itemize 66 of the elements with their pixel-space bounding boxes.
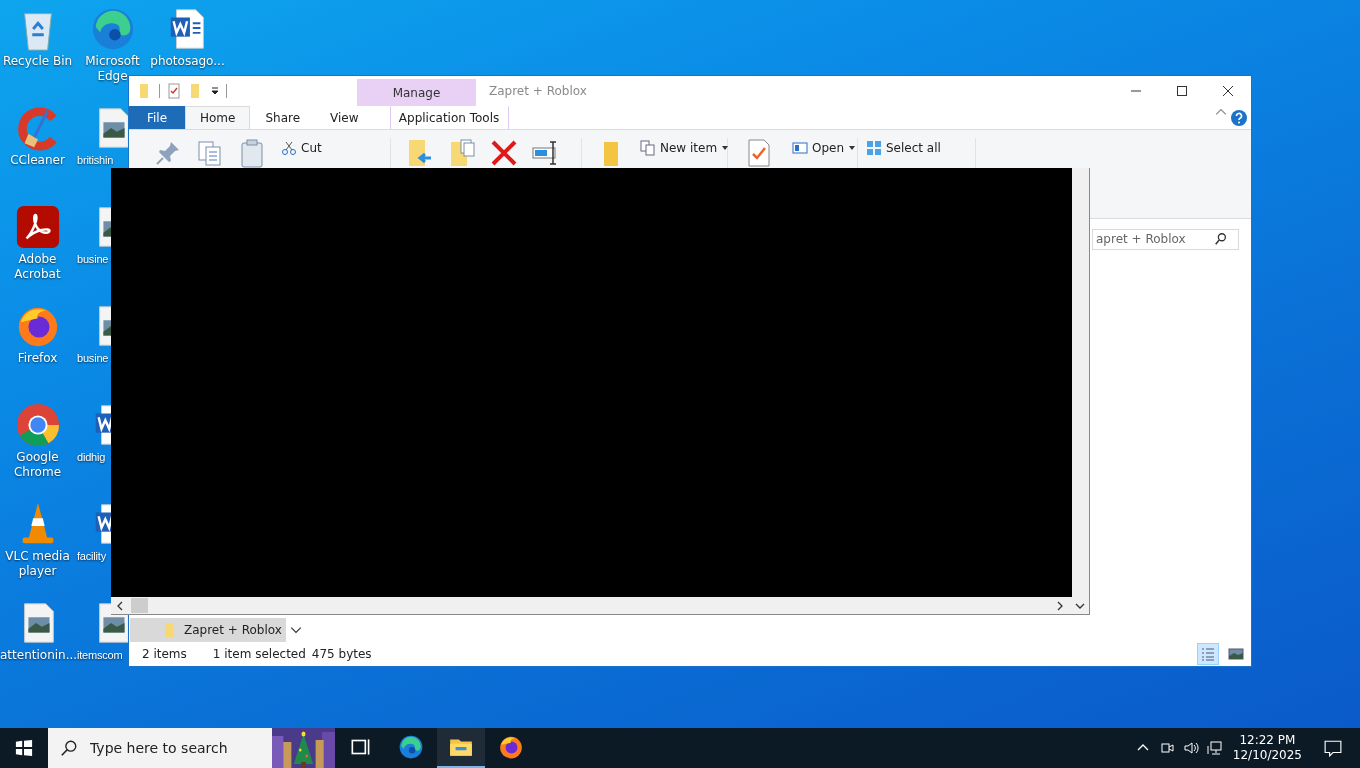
file-tab[interactable]: File — [129, 106, 185, 129]
chevron-down-icon[interactable] — [289, 624, 302, 636]
selection-info: 1 item selected — [212, 647, 306, 661]
desktop-icon-label[interactable]: britishin — [77, 153, 114, 168]
desktop-icon-label[interactable]: Firefox — [17, 351, 58, 366]
scissors-icon — [281, 140, 297, 156]
volume-icon[interactable] — [1182, 740, 1199, 756]
desktop-icon-label[interactable]: Microsoft Edge — [75, 54, 150, 84]
desktop-icon-label[interactable]: CCleaner — [10, 153, 65, 168]
delete-icon[interactable] — [489, 138, 519, 168]
navigation-item[interactable]: Zapret + Roblox — [130, 618, 286, 642]
close-icon — [1223, 86, 1233, 96]
scroll-right-icon[interactable] — [1055, 600, 1065, 611]
network-icon[interactable] — [1206, 740, 1223, 756]
scrollbar-thumb[interactable] — [131, 598, 148, 613]
desktop-icon-label[interactable]: busine — [77, 351, 109, 366]
dropdown-icon[interactable] — [210, 86, 220, 96]
desktop-icon-label[interactable]: Recycle Bin — [2, 54, 73, 69]
search-field[interactable]: apret + Roblox — [1092, 228, 1239, 250]
open-icon — [792, 140, 808, 156]
cut-button[interactable]: Cut — [279, 138, 324, 158]
firefox-icon — [498, 734, 524, 760]
ribbon-tab[interactable]: Share — [250, 106, 316, 129]
notifications-icon[interactable] — [1324, 739, 1342, 757]
clock-time: 12:22 PM — [1239, 733, 1296, 748]
taskbar-search-field[interactable]: Type here to search — [48, 728, 335, 768]
ribbon-tab[interactable]: View — [315, 106, 374, 129]
desktop-icon-label[interactable]: Adobe Acrobat — [0, 252, 75, 282]
desktop-icon-label[interactable]: busine — [77, 252, 109, 267]
select-all-icon — [866, 140, 882, 156]
desktop-icon-label[interactable]: didhig — [77, 450, 106, 465]
caret-icon — [848, 144, 857, 152]
vertical-scrollbar[interactable] — [1072, 168, 1089, 597]
search-icon — [60, 739, 78, 757]
search-icon — [1214, 232, 1228, 246]
help-icon[interactable] — [1231, 109, 1247, 126]
chrome-icon — [14, 402, 61, 448]
details-view-icon — [1200, 646, 1216, 662]
window-title: Zapret + Roblox — [489, 84, 587, 98]
start-icon[interactable] — [15, 739, 33, 757]
maximize-icon — [1177, 86, 1187, 96]
new-item-icon — [640, 140, 656, 156]
new-item-button[interactable]: New item — [638, 138, 732, 158]
clock[interactable]: 12:22 PM 12/10/2025 — [1232, 733, 1302, 763]
horizontal-scrollbar[interactable] — [111, 597, 1089, 614]
acrobat-icon — [14, 204, 61, 250]
open-button[interactable]: Open — [790, 138, 859, 158]
desktop-icon-label[interactable]: photosago... — [150, 54, 225, 69]
camera-icon[interactable] — [1158, 740, 1175, 756]
desktop-icon-label[interactable]: VLC media player — [0, 549, 75, 579]
properties-icon[interactable] — [166, 83, 182, 99]
large-icons-view-icon — [1228, 646, 1244, 662]
select-all-button[interactable]: Select all — [864, 138, 943, 158]
contextual-tab-group: Manage — [392, 85, 441, 100]
search-input[interactable]: Type here to search — [88, 739, 262, 757]
selection-size: 475 bytes — [311, 647, 372, 661]
desktop-icon-label[interactable]: itemscom — [77, 648, 123, 663]
caret-icon — [721, 144, 730, 152]
edge-icon — [398, 734, 424, 760]
collapse-ribbon-icon[interactable] — [1215, 106, 1227, 118]
desktop-icon-label[interactable]: Google Chrome — [0, 450, 75, 480]
clock-date: 12/10/2025 — [1232, 748, 1302, 763]
ribbon-tab[interactable]: Home — [185, 106, 251, 129]
item-count: 2 items — [142, 647, 187, 661]
scroll-left-icon[interactable] — [115, 600, 125, 611]
desktop-icon-label[interactable]: facility — [77, 549, 106, 564]
